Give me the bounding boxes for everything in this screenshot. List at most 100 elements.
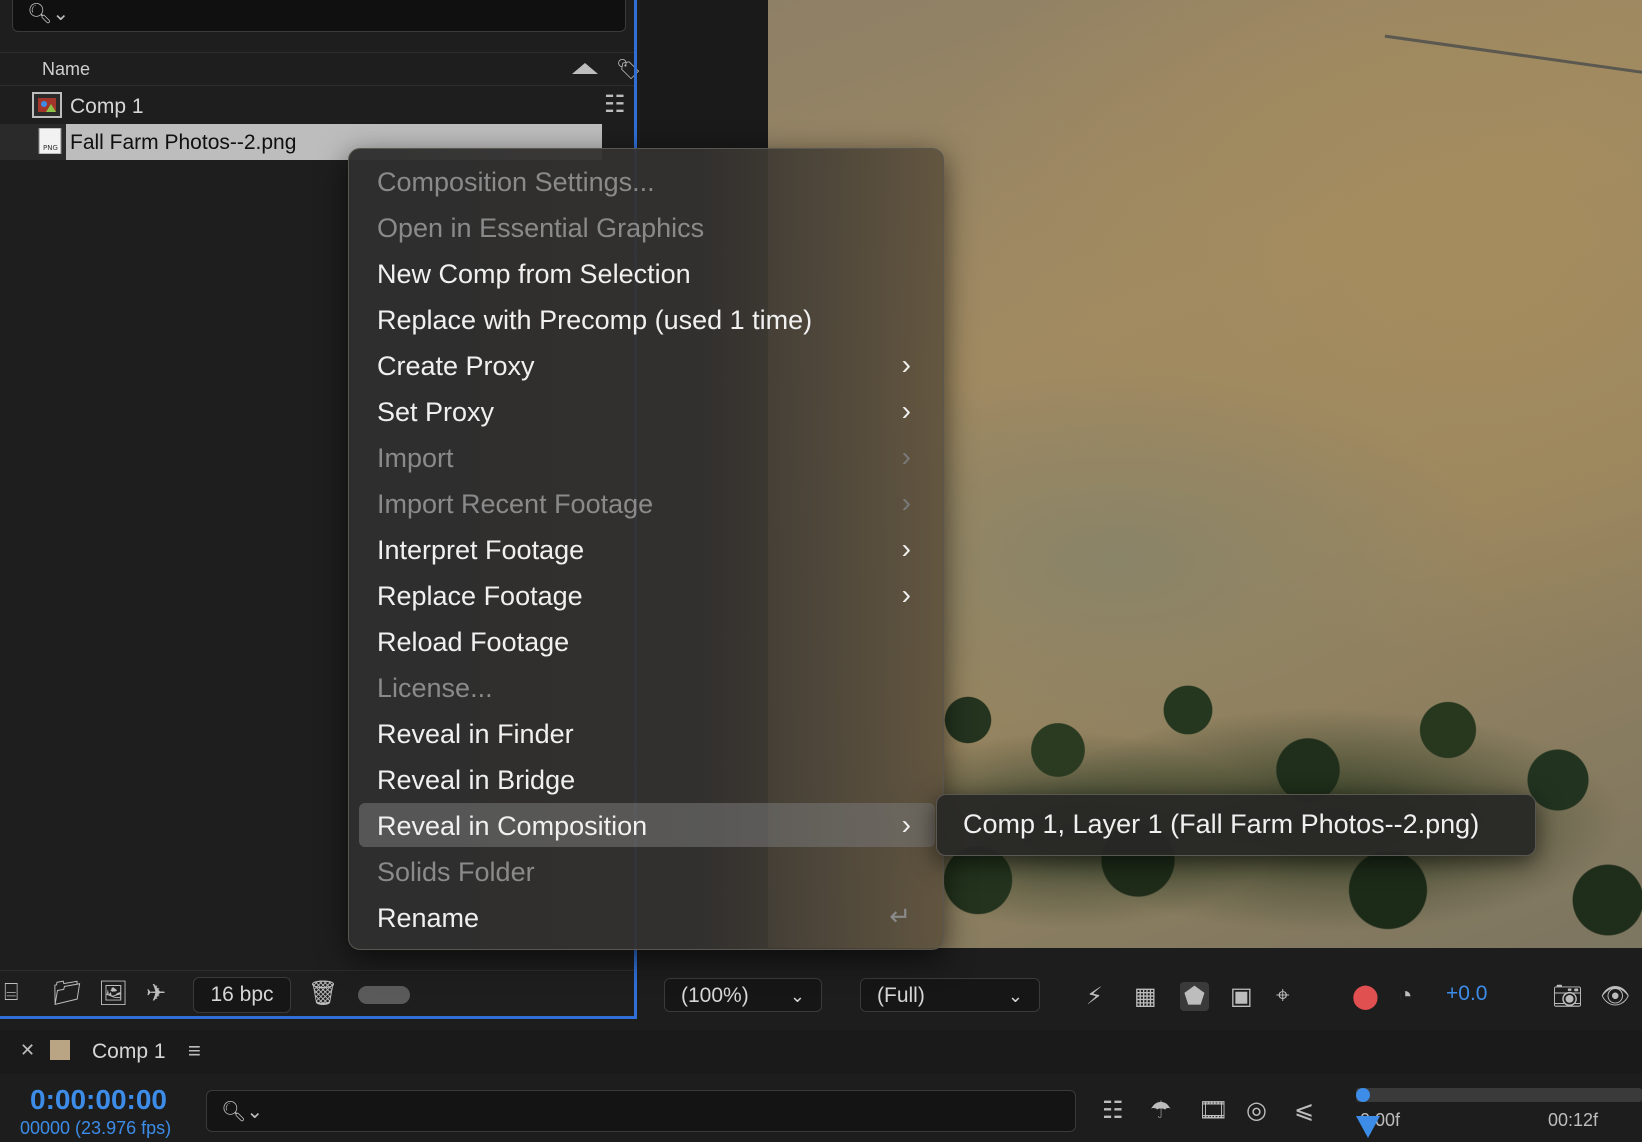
name-column-label[interactable]: Name [42, 59, 90, 80]
menu-item-reveal-in-finder[interactable]: Reveal in Finder [359, 711, 935, 755]
motion-blur-icon[interactable]: ◎ [1246, 1096, 1267, 1125]
composition-icon [32, 92, 62, 118]
shy-layers-icon[interactable]: ☂︎ [1150, 1096, 1172, 1125]
current-time-display[interactable]: 0:00:00:00 [30, 1084, 167, 1116]
menu-item-reveal-in-bridge[interactable]: Reveal in Bridge [359, 757, 935, 801]
project-footer-toolbar: ⌸ 📁︎ 🖼︎ ✈︎ 16 bpc 🗑︎ [0, 970, 634, 1017]
menu-item-replace-with-precomp-used-1-time[interactable]: Replace with Precomp (used 1 time) [359, 297, 935, 341]
menu-item-label: Reveal in Composition [377, 811, 648, 841]
time-navigator[interactable] [1356, 1088, 1642, 1102]
menu-item-reveal-in-composition[interactable]: Reveal in Composition › [359, 803, 935, 847]
chevron-right-icon: › [901, 579, 911, 610]
channel-rgb-icon[interactable]: ⬤ [1352, 982, 1379, 1011]
menu-item-label: Reveal in Bridge [377, 765, 576, 795]
navigator-start-handle[interactable] [1356, 1088, 1370, 1102]
new-folder-icon[interactable]: 📁︎ [52, 979, 82, 1008]
show-snapshot-icon[interactable]: 👁︎ [1600, 982, 1630, 1011]
chevron-right-icon: › [901, 349, 911, 380]
menu-item-new-comp-from-selection[interactable]: New Comp from Selection [359, 251, 935, 295]
label-color-swatch [50, 1040, 70, 1060]
viewer-image-road [1384, 0, 1642, 88]
menu-item-label: Rename [377, 903, 480, 933]
resolution-value: (Full) [877, 984, 925, 1007]
menu-item-label: Solids Folder [377, 857, 535, 887]
return-key-icon: ↵ [889, 901, 911, 931]
timeline-tab-bar: ✕ Comp 1 ≡ [0, 1030, 1642, 1074]
color-management-icon[interactable]: ◔ [1398, 982, 1413, 1010]
adobe-media-encoder-icon[interactable]: ✈︎ [146, 979, 166, 1008]
graph-editor-icon[interactable]: ⩽ [1294, 1096, 1314, 1125]
chevron-down-icon: ⌄ [789, 986, 805, 1006]
menu-item-label: Reveal in Finder [377, 719, 574, 749]
chevron-right-icon: › [901, 487, 911, 518]
chevron-right-icon: › [901, 441, 911, 472]
resolution-dropdown[interactable]: (Full) ⌄ [860, 978, 1040, 1012]
chevron-down-icon: ⌄ [1007, 986, 1023, 1006]
chevron-right-icon: › [901, 533, 911, 564]
search-icon: 🔍︎⌄ [27, 3, 70, 25]
png-file-icon: PNG [38, 128, 62, 154]
project-column-header[interactable]: Name 🏷︎ [0, 52, 641, 86]
transparency-grid-icon[interactable]: ▦ [1134, 982, 1157, 1011]
color-depth-button[interactable]: 16 bpc [193, 977, 291, 1013]
panel-focus-border-bottom [0, 1016, 637, 1019]
menu-item-interpret-footage[interactable]: Interpret Footage › [359, 527, 935, 571]
menu-item-open-in-essential-graphics: Open in Essential Graphics [359, 205, 935, 249]
panel-menu-icon[interactable]: ≡ [188, 1038, 201, 1064]
viewer-toolbar: (100%) ⌄ (Full) ⌄ ⚡︎ ▦ ⬟ ▣ ⌖ ⬤ ◔ +0.0 📷︎… [640, 972, 1642, 1020]
menu-item-label: Set Proxy [377, 397, 495, 427]
mask-visibility-icon[interactable]: ⬟ [1180, 982, 1209, 1011]
menu-item-label: Import [377, 443, 454, 473]
frame-blending-icon[interactable]: 🎞︎ [1198, 1096, 1228, 1125]
menu-item-create-proxy[interactable]: Create Proxy › [359, 343, 935, 387]
fast-previews-icon[interactable]: ⚡︎ [1086, 982, 1103, 1011]
snapshot-camera-icon[interactable]: 📷︎ [1552, 982, 1582, 1011]
new-composition-icon[interactable]: 🖼︎ [98, 979, 128, 1008]
context-menu: Composition Settings... Open in Essential… [348, 148, 944, 950]
menu-item-label: Open in Essential Graphics [377, 213, 705, 243]
menu-item-reload-footage[interactable]: Reload Footage [359, 619, 935, 663]
tab-comp-1[interactable]: Comp 1 [92, 1040, 166, 1064]
chevron-right-icon: › [901, 809, 911, 840]
menu-item-license: License... [359, 665, 935, 709]
zoom-dropdown[interactable]: (100%) ⌄ [664, 978, 822, 1012]
thumbnail-slider[interactable] [358, 986, 410, 1004]
menu-item-replace-footage[interactable]: Replace Footage › [359, 573, 935, 617]
menu-item-label: Replace with Precomp (used 1 time) [377, 305, 813, 335]
menu-item-import-recent-footage: Import Recent Footage › [359, 481, 935, 525]
submenu-item-comp-1-layer-1[interactable]: Comp 1, Layer 1 (Fall Farm Photos--2.png… [963, 809, 1479, 840]
menu-item-solids-folder: Solids Folder [359, 849, 935, 893]
frame-count: 00000 (23.976 fps) [20, 1118, 172, 1138]
close-icon[interactable]: ✕ [20, 1040, 35, 1061]
composition-flowchart-icon[interactable]: ☷ [1102, 1096, 1124, 1125]
menu-item-composition-settings: Composition Settings... [359, 159, 935, 203]
search-icon: 🔍︎⌄ [221, 1101, 264, 1123]
interpret-footage-icon[interactable]: ⌸ [4, 979, 18, 1007]
project-item-comp-1[interactable]: Comp 1 [0, 88, 636, 124]
sort-ascending-icon[interactable] [572, 63, 598, 74]
grid-guides-icon[interactable]: ⌖ [1276, 982, 1290, 1010]
zoom-value: (100%) [681, 984, 749, 1007]
region-of-interest-icon[interactable]: ▣ [1230, 982, 1253, 1011]
project-item-label: Comp 1 [70, 95, 144, 118]
reveal-in-composition-submenu: Comp 1, Layer 1 (Fall Farm Photos--2.png… [936, 794, 1536, 856]
trash-icon[interactable]: 🗑︎ [308, 979, 338, 1008]
menu-item-set-proxy[interactable]: Set Proxy › [359, 389, 935, 433]
menu-item-label: Import Recent Footage [377, 489, 654, 519]
svg-text:PNG: PNG [43, 144, 58, 152]
ruler-mark-label: 00:12f [1548, 1110, 1599, 1130]
menu-item-label: Reload Footage [377, 627, 570, 657]
chevron-right-icon: › [901, 395, 911, 426]
project-search-input[interactable]: 🔍︎⌄ [12, 0, 626, 32]
playhead[interactable] [1356, 1116, 1380, 1138]
menu-item-label: Composition Settings... [377, 167, 655, 197]
menu-item-rename[interactable]: Rename ↵ [359, 895, 935, 939]
exposure-value[interactable]: +0.0 [1446, 982, 1487, 1006]
timeline-search-input[interactable]: 🔍︎⌄ [206, 1090, 1076, 1132]
menu-item-label: Replace Footage [377, 581, 583, 611]
menu-item-label: Create Proxy [377, 351, 535, 381]
project-item-label: Fall Farm Photos--2.png [70, 131, 297, 154]
flowchart-icon[interactable]: ☷ [604, 90, 626, 119]
label-tag-icon[interactable]: 🏷︎ [616, 57, 641, 82]
menu-item-import: Import › [359, 435, 935, 479]
